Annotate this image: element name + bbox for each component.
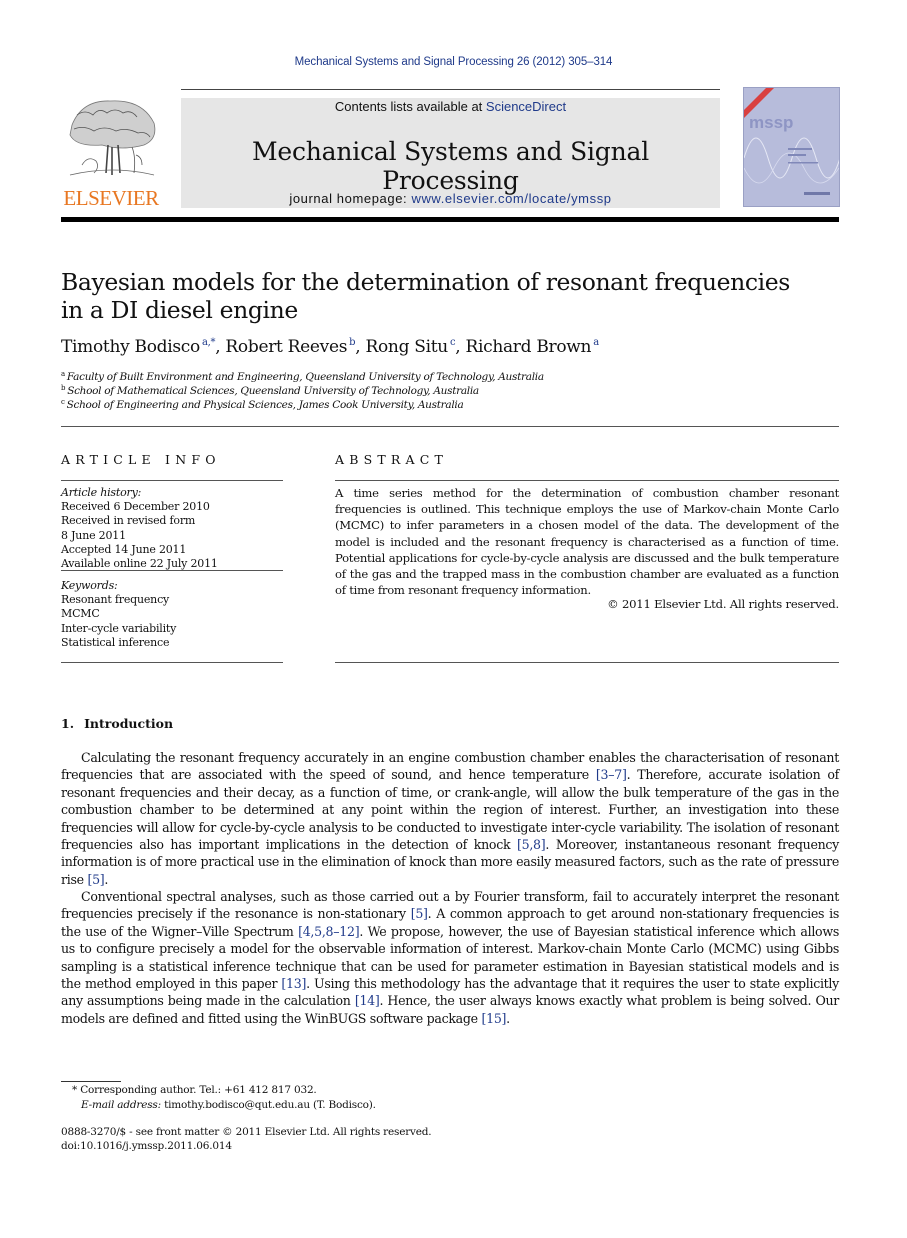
author-list: Timothy Bodisco a,*, Robert Reeves b, Rong… bbox=[61, 337, 599, 357]
affiliation-text: School of Mathematical Sciences, Queensl… bbox=[67, 385, 479, 397]
abstract-heading: ABSTRACT bbox=[335, 452, 449, 467]
citation-link[interactable]: [13] bbox=[281, 976, 306, 991]
keywords: Keywords: Resonant frequency MCMC Inter-… bbox=[61, 579, 176, 650]
email-note: E-mail address: timothy.bodisco@qut.edu.… bbox=[81, 1099, 376, 1111]
paragraph-text: . bbox=[104, 871, 109, 887]
keyword: MCMC bbox=[61, 607, 100, 621]
affiliation-text: Faculty of Built Environment and Enginee… bbox=[66, 371, 544, 383]
affiliation: c School of Engineering and Physical Scie… bbox=[61, 398, 464, 411]
paragraph-text: . bbox=[506, 1010, 510, 1026]
keyword: Statistical inference bbox=[61, 635, 170, 649]
doi[interactable]: doi:10.1016/j.ymssp.2011.06.014 bbox=[61, 1140, 232, 1152]
keyword: Inter-cycle variability bbox=[61, 621, 177, 635]
running-head[interactable]: Mechanical Systems and Signal Processing… bbox=[0, 56, 907, 68]
citation-link[interactable]: [5] bbox=[411, 906, 428, 921]
affiliation-key: a bbox=[61, 370, 65, 378]
article-title: Bayesian models for the determination of… bbox=[61, 268, 821, 324]
article-info-rule bbox=[61, 480, 283, 481]
history-item: Received in revised form bbox=[61, 514, 196, 528]
affiliation: a Faculty of Built Environment and Engine… bbox=[61, 370, 544, 383]
journal-homepage-line: journal homepage: www.elsevier.com/locat… bbox=[181, 191, 720, 206]
sciencedirect-link[interactable]: ScienceDirect bbox=[486, 99, 566, 114]
article-info-bottom-rule bbox=[61, 662, 283, 663]
cover-art-icon: mssp bbox=[744, 88, 839, 206]
history-item: 8 June 2011 bbox=[61, 528, 126, 542]
author-name: Rong Situ bbox=[365, 337, 449, 357]
paragraph: Conventional spectral analyses, such as … bbox=[61, 888, 839, 1027]
citation-link[interactable]: [14] bbox=[355, 993, 380, 1008]
affiliation-text: School of Engineering and Physical Scien… bbox=[66, 399, 464, 411]
article-history-label: Article history: bbox=[61, 486, 142, 499]
elsevier-wordmark: ELSEVIER bbox=[63, 186, 159, 210]
history-item: Received 6 December 2010 bbox=[61, 500, 210, 514]
homepage-prefix: journal homepage: bbox=[289, 191, 412, 206]
citation-link[interactable]: [5,8] bbox=[517, 837, 546, 852]
author: Timothy Bodisco a,*, bbox=[61, 337, 225, 357]
contents-prefix: Contents lists available at bbox=[334, 99, 486, 114]
author-separator: , bbox=[215, 337, 226, 357]
journal-homepage-link[interactable]: www.elsevier.com/locate/ymssp bbox=[411, 191, 611, 206]
footnote-rule bbox=[61, 1081, 121, 1082]
section-number: 1. bbox=[61, 716, 75, 731]
title-block-rule bbox=[61, 426, 839, 427]
author-separator: , bbox=[355, 337, 366, 357]
abstract-copyright: © 2011 Elsevier Ltd. All rights reserved… bbox=[607, 597, 839, 611]
author: Richard Brown a bbox=[465, 337, 599, 357]
article-info-heading: ARTICLE INFO bbox=[61, 452, 221, 467]
author-name: Richard Brown bbox=[465, 337, 592, 357]
abstract-rule bbox=[335, 480, 839, 481]
contents-available-line: Contents lists available at ScienceDirec… bbox=[181, 99, 720, 114]
author-affiliation-marker[interactable]: a bbox=[593, 337, 599, 348]
section-title: Introduction bbox=[84, 716, 174, 731]
citation-link[interactable]: [3–7] bbox=[596, 767, 627, 782]
abstract-body: A time series method for the determinati… bbox=[335, 486, 839, 598]
citation-link[interactable]: [5] bbox=[87, 872, 104, 887]
author-name: Timothy Bodisco bbox=[61, 337, 200, 357]
cover-title: mssp bbox=[749, 113, 793, 132]
tree-icon bbox=[69, 100, 156, 176]
citation-link[interactable]: [15] bbox=[482, 1011, 507, 1026]
email-label: E-mail address: bbox=[81, 1099, 161, 1111]
citation-link[interactable]: [4,5,8–12] bbox=[298, 924, 360, 939]
article-title-line-1: Bayesian models for the determination of… bbox=[61, 268, 790, 296]
author-name: Robert Reeves bbox=[225, 337, 348, 357]
author-separator: , bbox=[455, 337, 466, 357]
article-title-line-2: in a DI diesel engine bbox=[61, 296, 298, 324]
journal-cover-thumbnail[interactable]: mssp bbox=[743, 87, 840, 207]
header-top-rule bbox=[181, 89, 720, 90]
keyword: Resonant frequency bbox=[61, 593, 170, 607]
issn-line: 0888-3270/$ - see front matter © 2011 El… bbox=[61, 1126, 432, 1138]
author: Rong Situ c, bbox=[366, 337, 466, 357]
abstract-bottom-rule bbox=[335, 662, 839, 663]
paragraph: Calculating the resonant frequency accur… bbox=[61, 749, 839, 888]
author-affiliation-marker[interactable]: a,* bbox=[202, 337, 216, 348]
history-item: Accepted 14 June 2011 bbox=[61, 542, 187, 556]
masthead-thick-rule bbox=[61, 217, 839, 222]
email-address[interactable]: timothy.bodisco@qut.edu.au (T. Bodisco). bbox=[161, 1099, 376, 1111]
corresponding-author-note: * Corresponding author. Tel.: +61 412 81… bbox=[72, 1084, 317, 1096]
article-history: Article history: Received 6 December 201… bbox=[61, 486, 218, 571]
affiliation-key: b bbox=[61, 384, 66, 392]
history-keywords-rule bbox=[61, 570, 283, 571]
affiliation-key: c bbox=[61, 398, 65, 406]
keywords-label: Keywords: bbox=[61, 579, 118, 592]
journal-title: Mechanical Systems and Signal Processing bbox=[251, 137, 650, 195]
affiliation: b School of Mathematical Sciences, Queens… bbox=[61, 384, 479, 397]
section-heading: 1. Introduction bbox=[61, 716, 173, 731]
author: Robert Reeves b, bbox=[225, 337, 365, 357]
